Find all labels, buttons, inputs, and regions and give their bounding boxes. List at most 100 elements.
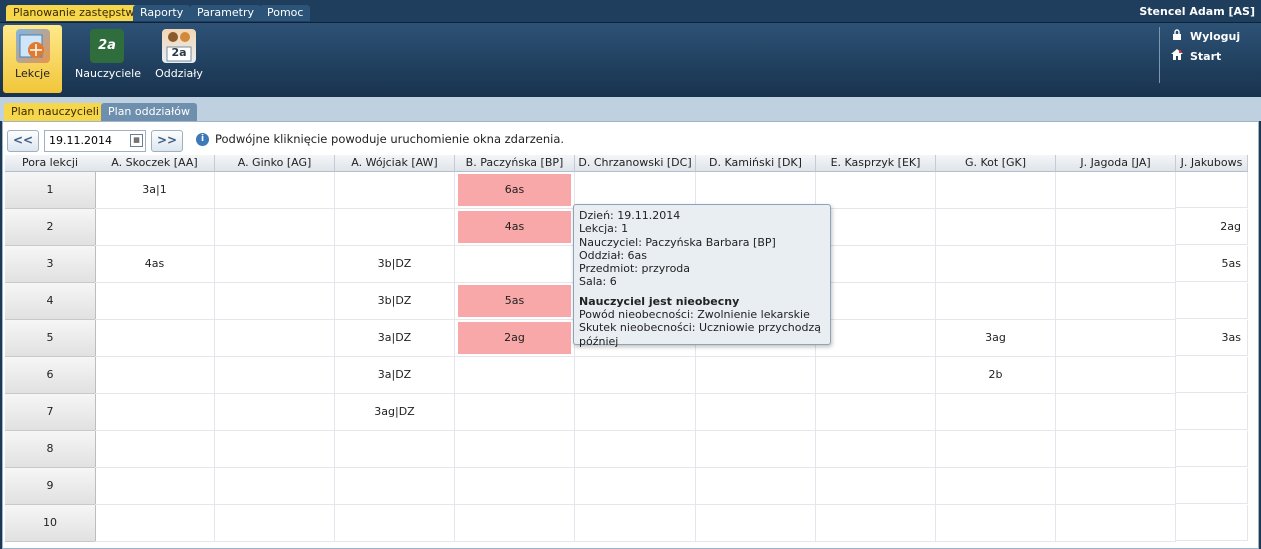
date-input[interactable]	[45, 131, 131, 149]
lesson-cell[interactable]	[1176, 468, 1248, 504]
lesson-cell[interactable]: 3ag|DZ	[335, 394, 455, 431]
lesson-cell[interactable]	[1176, 172, 1248, 208]
lesson-cell[interactable]	[1056, 505, 1176, 542]
lesson-cell[interactable]	[215, 505, 335, 542]
lesson-cell[interactable]: 3b|DZ	[335, 246, 455, 283]
lesson-cell[interactable]	[95, 468, 215, 505]
lesson-cell[interactable]	[455, 468, 575, 505]
period-row-header[interactable]: 8	[5, 431, 96, 468]
lesson-cell[interactable]	[816, 505, 936, 542]
lesson-cell[interactable]	[215, 431, 335, 468]
lesson-cell[interactable]	[1176, 357, 1248, 393]
period-row-header[interactable]: 7	[5, 394, 96, 431]
lesson-cell[interactable]: 3as	[1176, 320, 1248, 356]
lesson-cell[interactable]	[936, 283, 1056, 320]
period-row-header[interactable]: 9	[5, 468, 96, 505]
lesson-cell[interactable]	[215, 172, 335, 209]
lesson-cell[interactable]	[1056, 246, 1176, 283]
lesson-cell[interactable]	[936, 209, 1056, 246]
lesson-cell[interactable]	[95, 394, 215, 431]
lesson-cell[interactable]	[1056, 468, 1176, 505]
teacher-column-header[interactable]: J. Jakubows	[1176, 155, 1248, 172]
lesson-cell[interactable]	[936, 394, 1056, 431]
prev-day-button[interactable]: <<	[7, 130, 39, 152]
lesson-cell[interactable]	[215, 209, 335, 246]
tab-teachers-plan[interactable]: Plan nauczycieli	[4, 103, 106, 121]
period-row-header[interactable]: 3	[5, 246, 96, 283]
lesson-cell[interactable]	[335, 505, 455, 542]
lesson-cell[interactable]	[335, 431, 455, 468]
lesson-cell[interactable]: 4as	[95, 246, 215, 283]
teacher-column-header[interactable]: A. Skoczek [AA]	[95, 155, 215, 172]
lesson-cell[interactable]	[1056, 209, 1176, 246]
teacher-column-header[interactable]: G. Kot [GK]	[936, 155, 1056, 172]
lesson-cell[interactable]: 5as	[1176, 246, 1248, 282]
lesson-cell[interactable]	[696, 505, 816, 542]
lesson-cell-absent[interactable]: 4as	[455, 209, 575, 246]
lesson-cell[interactable]	[1056, 172, 1176, 209]
lesson-cell[interactable]	[215, 320, 335, 357]
lesson-cell[interactable]	[816, 468, 936, 505]
lessons-button[interactable]: Lekcje	[3, 25, 62, 93]
calendar-icon[interactable]: ▦	[130, 134, 143, 147]
lesson-cell[interactable]: 2ag	[1176, 209, 1248, 245]
lesson-cell[interactable]	[936, 431, 1056, 468]
lesson-cell[interactable]	[215, 394, 335, 431]
lesson-cell[interactable]	[816, 394, 936, 431]
teacher-column-header[interactable]: D. Kamiński [DK]	[696, 155, 816, 172]
menu-tab-parametry[interactable]: Parametry	[190, 5, 261, 21]
lesson-cell[interactable]	[816, 246, 936, 283]
period-row-header[interactable]: 10	[5, 505, 96, 542]
teacher-column-header[interactable]: A. Ginko [AG]	[215, 155, 335, 172]
lesson-cell[interactable]: 3a|1	[95, 172, 215, 209]
lesson-cell[interactable]	[1176, 283, 1248, 319]
lesson-cell[interactable]	[95, 505, 215, 542]
lesson-cell[interactable]	[816, 283, 936, 320]
lesson-cell[interactable]	[816, 320, 936, 357]
teacher-column-header[interactable]: B. Paczyńska [BP]	[455, 155, 575, 172]
date-field[interactable]: ▦	[44, 130, 146, 152]
lesson-cell[interactable]: 3b|DZ	[335, 283, 455, 320]
teacher-column-header[interactable]: E. Kasprzyk [EK]	[816, 155, 936, 172]
lesson-cell[interactable]: 3a|DZ	[335, 320, 455, 357]
tab-classes-plan[interactable]: Plan oddziałów	[101, 103, 198, 121]
lesson-cell[interactable]	[455, 357, 575, 394]
lesson-cell[interactable]	[936, 246, 1056, 283]
lesson-cell[interactable]: 3a|DZ	[335, 357, 455, 394]
lesson-cell[interactable]	[215, 246, 335, 283]
teacher-column-header[interactable]: D. Chrzanowski [DC]	[575, 155, 696, 172]
lesson-cell[interactable]	[696, 394, 816, 431]
lesson-cell[interactable]	[455, 394, 575, 431]
lesson-cell[interactable]	[95, 357, 215, 394]
lesson-cell[interactable]	[816, 209, 936, 246]
period-row-header[interactable]: 5	[5, 320, 96, 357]
lesson-cell[interactable]	[696, 357, 816, 394]
period-row-header[interactable]: 4	[5, 283, 96, 320]
lesson-cell[interactable]	[95, 283, 215, 320]
lesson-cell[interactable]	[1056, 431, 1176, 468]
menu-tab-raporty[interactable]: Raporty	[133, 5, 191, 21]
lesson-cell[interactable]	[816, 357, 936, 394]
lesson-cell[interactable]: 2b	[936, 357, 1056, 394]
lesson-cell[interactable]	[575, 468, 696, 505]
lesson-cell[interactable]	[696, 468, 816, 505]
lesson-cell-absent[interactable]: 6as	[455, 172, 575, 209]
lesson-cell[interactable]	[95, 209, 215, 246]
period-row-header[interactable]: 1	[5, 172, 96, 209]
menu-tab-pomoc[interactable]: Pomoc	[260, 5, 311, 21]
lesson-cell[interactable]	[1056, 283, 1176, 320]
teachers-button[interactable]: 2a Nauczyciele	[75, 25, 141, 93]
lesson-cell[interactable]	[1176, 431, 1248, 467]
lesson-cell-absent[interactable]: 2ag	[455, 320, 575, 357]
menu-tab-planowanie[interactable]: Planowanie zastępstw	[6, 5, 142, 21]
lesson-cell[interactable]	[696, 431, 816, 468]
lesson-cell[interactable]	[1056, 394, 1176, 431]
lesson-cell[interactable]	[1056, 357, 1176, 394]
lesson-cell[interactable]	[816, 172, 936, 209]
lesson-cell[interactable]	[335, 172, 455, 209]
next-day-button[interactable]: >>	[151, 130, 183, 152]
lesson-cell[interactable]	[335, 209, 455, 246]
classes-button[interactable]: 2a Oddziały	[154, 25, 204, 93]
lesson-cell[interactable]	[575, 431, 696, 468]
teacher-column-header[interactable]: A. Wójciak [AW]	[335, 155, 455, 172]
